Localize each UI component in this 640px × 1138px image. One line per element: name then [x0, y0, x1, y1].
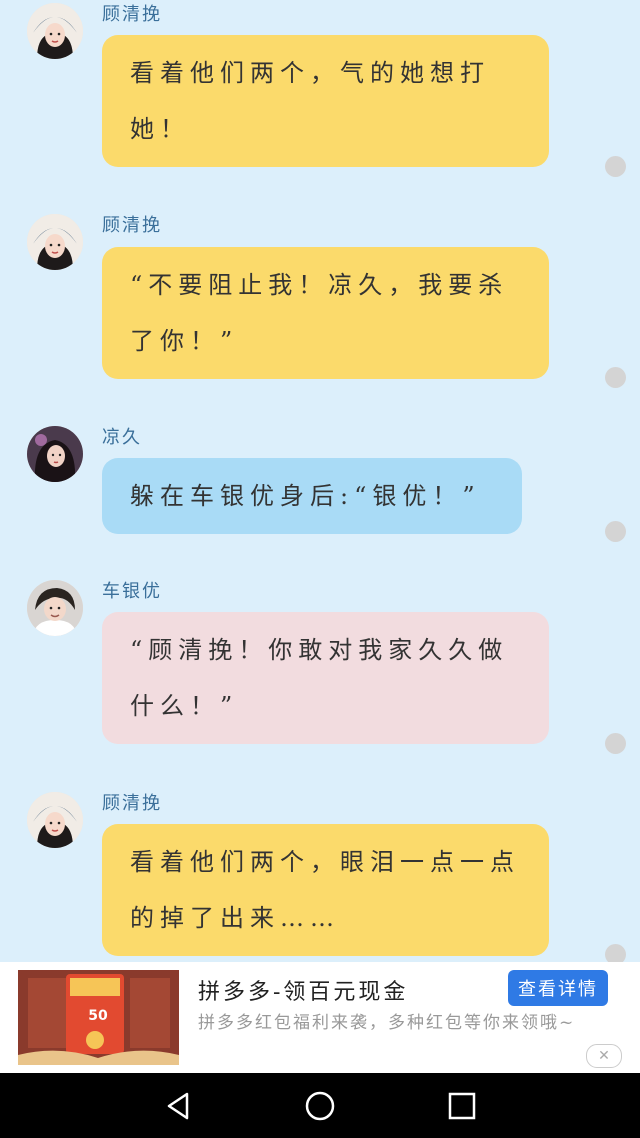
close-icon[interactable]: ✕	[586, 1044, 622, 1068]
avatar-gu-qingwan[interactable]	[27, 3, 83, 59]
message-line: 看着他们两个，气的她想打	[130, 59, 490, 87]
view-details-button[interactable]: 查看详情	[508, 970, 608, 1006]
avatar-liangjiu[interactable]	[27, 426, 83, 482]
ad-description: 拼多多红包福利来袭，多种红包等你来领哦~	[198, 1013, 576, 1033]
message-bubble[interactable]: 看着他们两个，眼泪一点一点 的掉了出来……	[102, 824, 549, 956]
message-bubble[interactable]: 躲在车银优身后:“银优！”	[102, 458, 522, 534]
home-icon[interactable]	[303, 1089, 337, 1123]
avatar-gu-qingwan[interactable]	[27, 214, 83, 270]
message-line: 什么！”	[130, 692, 239, 720]
message-line: 看着他们两个，眼泪一点一点	[130, 848, 520, 876]
message-line: “不要阻止我！凉久，我要杀	[130, 271, 509, 299]
message-bubble[interactable]: 看着他们两个，气的她想打 她！	[102, 35, 549, 167]
chat-area[interactable]: 顾清挽 看着他们两个，气的她想打 她！ 顾清挽 “不要阻止我！凉久，我要杀 了你…	[0, 0, 640, 962]
avatar-che-yinyou[interactable]	[27, 580, 83, 636]
speaker-name: 顾清挽	[102, 4, 162, 25]
read-status-dot	[605, 944, 626, 962]
back-icon[interactable]	[161, 1089, 195, 1123]
message-line: 了你！”	[130, 327, 239, 355]
system-navigation-bar	[0, 1073, 640, 1138]
read-status-dot	[605, 367, 626, 388]
speaker-name: 凉久	[102, 427, 142, 448]
read-status-dot	[605, 156, 626, 177]
message-line: 躲在车银优身后:“银优！”	[130, 482, 481, 510]
avatar-gu-qingwan[interactable]	[27, 792, 83, 848]
ad-title[interactable]: 拼多多-领百元现金	[198, 974, 408, 1006]
message-bubble[interactable]: “顾清挽！你敢对我家久久做 什么！”	[102, 612, 549, 744]
ad-image[interactable]: 50	[18, 970, 179, 1065]
speaker-name: 顾清挽	[102, 793, 162, 814]
read-status-dot	[605, 733, 626, 754]
message-line: “顾清挽！你敢对我家久久做	[130, 636, 509, 664]
message-bubble[interactable]: “不要阻止我！凉久，我要杀 了你！”	[102, 247, 549, 379]
recents-icon[interactable]	[445, 1089, 479, 1123]
read-status-dot	[605, 521, 626, 542]
ad-image-amount: 50	[88, 1008, 108, 1024]
speaker-name: 车银优	[102, 581, 162, 602]
message-line: 她！	[130, 115, 190, 143]
message-line: 的掉了出来……	[130, 904, 340, 932]
speaker-name: 顾清挽	[102, 215, 162, 236]
ad-banner[interactable]: 50 拼多多-领百元现金 拼多多红包福利来袭，多种红包等你来领哦~ 查看详情 ✕	[0, 962, 640, 1073]
